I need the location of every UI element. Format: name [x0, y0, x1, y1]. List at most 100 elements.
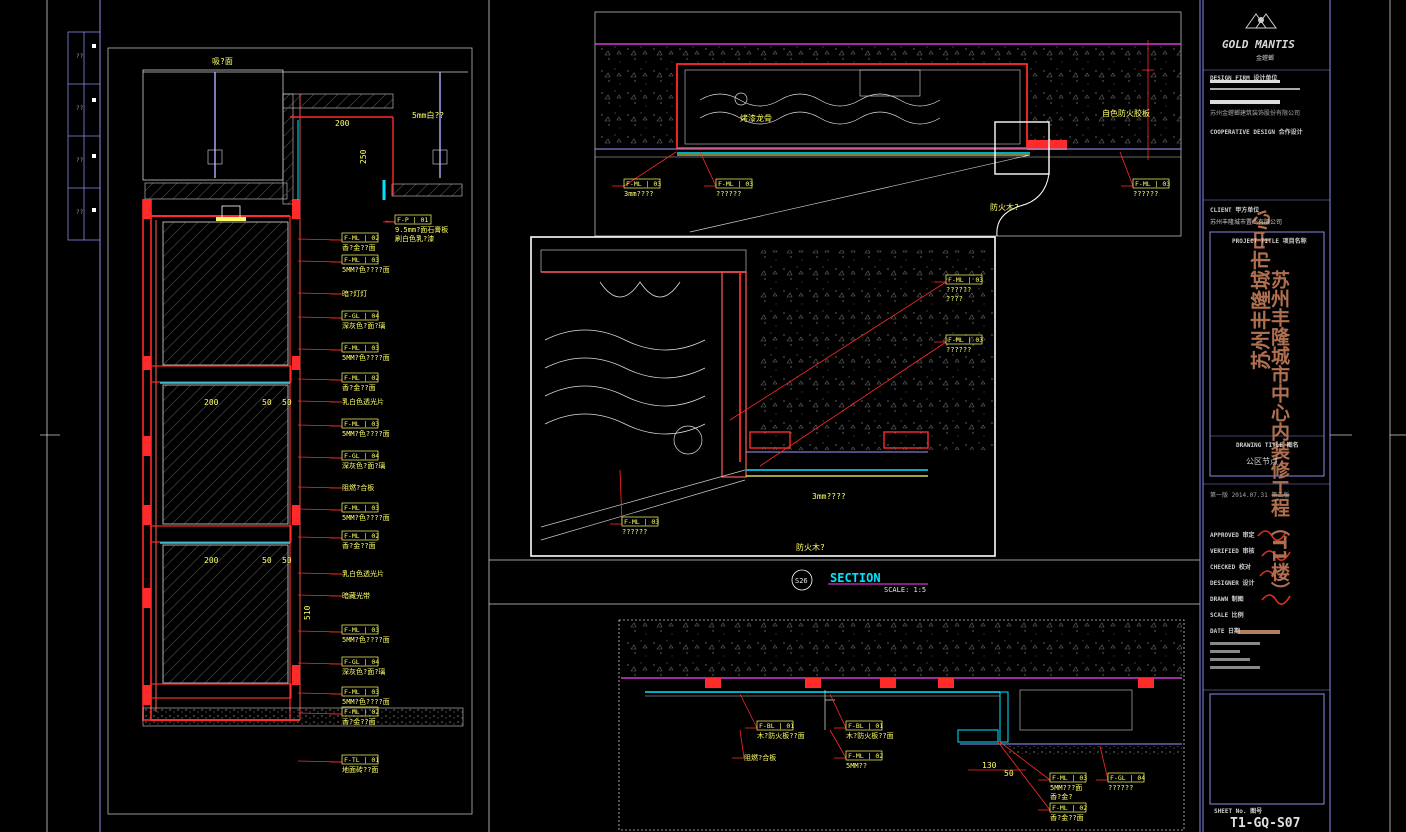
- strip-ticks: [92, 44, 96, 212]
- left-callout-6-tag: F-ML | 02: [344, 374, 379, 382]
- dim-5: 50: [282, 398, 292, 407]
- sheet-no: T1-GQ-S07: [1230, 816, 1301, 831]
- bottom-callout-4-tag: F-ML | 03: [1052, 774, 1087, 782]
- project-name-1: 苏州丰隆城市中心: [1268, 270, 1290, 422]
- section-title: S26 SECTION SCALE: 1:5: [791, 569, 928, 594]
- bottom-callout-2-text: 阻燃?合板: [744, 753, 776, 762]
- logo-text: GOLD MANTIS: [1222, 38, 1295, 51]
- bottom-callout-0-leader: [739, 693, 758, 729]
- left-callout-19-tag: F-TL | 01: [344, 756, 379, 764]
- left-callout-0-text: 刷白色乳?漆: [395, 234, 434, 243]
- bottom-callout-0-text: 木?防火板??面: [757, 731, 805, 740]
- bottom-callouts: F-BL | 01木?防火板??面F-BL | 01木?防火板??面阻燃?合板 F…: [732, 693, 1145, 822]
- dim-9: 510: [303, 605, 312, 620]
- bottom-callout-5-tag: F-GL | 04: [1110, 774, 1145, 782]
- top-label-3: 防火木?: [990, 202, 1019, 212]
- client-label: CLIENT 甲方单位: [1210, 207, 1260, 214]
- left-callout-8-tag: F-ML | 03: [344, 420, 379, 428]
- sheet-no-label: SHEET No. 图号: [1214, 808, 1263, 815]
- left-callout-1-tag: F-ML | 02: [344, 234, 379, 242]
- bottom-detail: 130 50: [618, 619, 1185, 831]
- enlarged-callout-1-tag: F-ML | 03: [948, 336, 983, 344]
- left-callout-0-text: 9.5mm?面石膏板: [395, 225, 448, 234]
- section-title-text: SECTION: [830, 571, 881, 585]
- role-date: DATE 日期: [1210, 628, 1241, 635]
- left-callout-15-text: 5MM?色????面: [342, 635, 390, 644]
- ceiling-note: 5mm白??: [412, 110, 444, 120]
- left-callout-4-text: 深灰色?面?璃: [342, 321, 385, 330]
- left-callout-7-text: 乳白色透光片: [342, 397, 384, 406]
- dim-2: 250: [359, 149, 368, 164]
- enlarged-callout-0-text: ??????: [946, 286, 971, 294]
- top-label-1: 烤漆龙骨: [740, 113, 772, 123]
- left-callout-1-text: 香?金??面: [342, 243, 376, 252]
- strip-cell-3: ??: [76, 157, 84, 164]
- left-callout-9-tag: F-GL | 04: [344, 452, 379, 460]
- enlarged-callout-2-tag: F-ML | 03: [624, 518, 659, 526]
- role-checked: CHECKED 校对: [1210, 564, 1251, 571]
- firm-line: 苏州金螳螂建筑装饰股份有限公司: [1210, 110, 1301, 117]
- dim-6: 200: [204, 556, 219, 565]
- left-callout-5-tag: F-ML | 03: [344, 344, 379, 352]
- left-elevation: [107, 47, 473, 815]
- bottom-callout-6-text: 香?金??面: [1050, 813, 1084, 822]
- version-line: 第一版 2014.07.31 第二版: [1210, 492, 1290, 499]
- enlarged-callout-2-text: ??????: [622, 528, 647, 536]
- bottom-callout-6-tag: F-ML | 02: [1052, 804, 1087, 812]
- dim-7: 50: [262, 556, 272, 565]
- top-callout-1-text: ??????: [716, 190, 741, 198]
- enlarged-bottom-label: 防火木?: [796, 542, 825, 552]
- bottom-callout-1-leader: [829, 693, 847, 729]
- left-callout-12-tag: F-ML | 02: [344, 532, 379, 540]
- left-callout-4-tag: F-GL | 04: [344, 312, 379, 320]
- strip-cell-1: ??: [76, 53, 84, 60]
- role-designer: DESIGNER 设计: [1210, 580, 1255, 587]
- design-firm-label: DESIGN FIRM 设计单位: [1210, 75, 1278, 82]
- bottom-callout-4-text: 5MM???面: [1050, 784, 1082, 792]
- role-approved: APPROVED 审定: [1210, 532, 1255, 539]
- top-label-2: 自色防火胶板: [1102, 108, 1150, 118]
- left-callout-11-tag: F-ML | 03: [344, 504, 379, 512]
- left-callout-17-tag: F-ML | 03: [344, 688, 379, 696]
- cad-drawing-canvas[interactable]: ?? ?? ?? ?? 吸?面 5mm白?? 200 250 200 50 50…: [0, 0, 1406, 832]
- strip-cell-2: ??: [76, 105, 84, 112]
- enlarged-callout-0-tag: F-ML | 03: [948, 276, 983, 284]
- top-callouts: F-ML | 03 3mm???? F-ML | 03?????? F-ML | 03…: [612, 151, 1170, 198]
- client-name: 苏州丰隆城市置业有限公司: [1210, 219, 1283, 226]
- enlarged-detail: 3mm???? 防火木?: [530, 236, 996, 557]
- enlarged-note: 3mm????: [812, 492, 846, 501]
- left-callout-5-text: 5MM?色????面: [342, 353, 390, 362]
- left-callout-19-text: 地面砖??面: [342, 765, 378, 774]
- left-callout-17-text: 5MM?色????面: [342, 697, 390, 706]
- bottom-dim-2: 50: [1004, 769, 1014, 778]
- dim-4: 50: [262, 398, 272, 407]
- left-callout-9-text: 深灰色?面?璃: [342, 461, 385, 470]
- enlarged-callout-1-text: ??????: [946, 346, 971, 354]
- drawing-title-label: DRAWING TITLE 图名: [1236, 442, 1299, 449]
- section-scale: SCALE: 1:5: [884, 586, 926, 594]
- bottom-callout-4-text: 香?金?: [1050, 792, 1072, 801]
- left-callout-8-text: 5MM?色????面: [342, 429, 390, 438]
- bottom-callout-3-leader: [829, 729, 847, 759]
- cooperative-label: COOPERATIVE DESIGN 合作设计: [1210, 129, 1303, 136]
- left-callout-0-tag: F-P | 01: [397, 216, 428, 224]
- dim-8: 50: [282, 556, 292, 565]
- drawing-title: 公区节点: [1246, 457, 1278, 466]
- role-scale: SCALE 比例: [1210, 612, 1244, 619]
- top-callout-0-tag: F-ML | 03: [626, 180, 661, 188]
- top-callout-0-text: 3mm????: [624, 190, 654, 198]
- bottom-callout-1-text: 木?防火板??面: [846, 731, 894, 740]
- left-callout-16-tag: F-GL | 04: [344, 658, 379, 666]
- left-callout-10-text: 阻燃?合板: [342, 483, 374, 492]
- top-detail: 烤漆龙骨 自色防火胶板 防火木?: [594, 11, 1182, 237]
- left-callout-11-text: 5MM?色????面: [342, 513, 390, 522]
- top-callout-1-tag: F-ML | 03: [718, 180, 753, 188]
- logo-sub: 金螳螂: [1256, 54, 1274, 62]
- bottom-callout-3-text: 5MM??: [846, 762, 867, 770]
- left-callout-13-text: 乳白色透光片: [342, 569, 384, 578]
- project-label: PROJECT TITLE 项目名称: [1232, 238, 1307, 245]
- bottom-callout-0-tag: F-BL | 01: [759, 722, 794, 730]
- dim-1: 200: [335, 119, 350, 128]
- left-callout-6-text: 香?金??面: [342, 383, 376, 392]
- role-verified: VERIFIED 审核: [1210, 548, 1255, 555]
